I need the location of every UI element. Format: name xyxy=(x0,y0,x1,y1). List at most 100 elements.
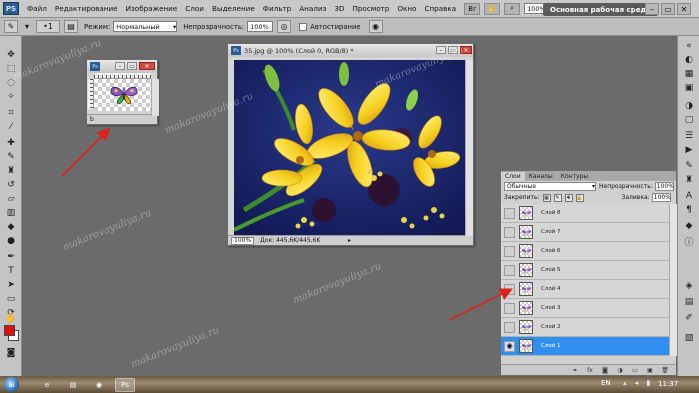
stamp-tool-icon[interactable]: ♜ xyxy=(4,164,18,177)
new-group-icon[interactable]: ▭ xyxy=(630,366,640,374)
pressure-size-icon[interactable]: ◉ xyxy=(368,20,383,33)
crop-tool-icon[interactable]: ⌗ xyxy=(4,106,18,119)
minimize-icon[interactable]: – xyxy=(645,3,659,15)
eraser-tool-icon[interactable]: ▱ xyxy=(4,192,18,205)
taskbar-photoshop-icon[interactable]: Ps xyxy=(115,377,135,392)
styles-panel-icon[interactable]: ▣ xyxy=(683,82,695,93)
document-title-bar[interactable]: Ps – ▭ ✕ xyxy=(87,60,157,73)
dodge-tool-icon[interactable]: ● xyxy=(4,234,18,247)
layer-row[interactable]: Слой 3 xyxy=(501,299,669,318)
minimize-icon[interactable]: – xyxy=(115,62,125,70)
layer-row[interactable]: Слой 2 xyxy=(501,318,669,337)
eyedropper-tool-icon[interactable]: ⁄ xyxy=(4,120,18,133)
layer-comps-icon[interactable]: ▧ xyxy=(683,332,695,343)
masks-panel-icon[interactable]: ▢ xyxy=(683,114,695,125)
channels-panel-icon[interactable]: ▤ xyxy=(683,296,695,307)
menu-analysis[interactable]: Анализ xyxy=(295,4,330,13)
paths-panel-icon[interactable]: ✐ xyxy=(683,312,695,323)
workspace-more-icon[interactable]: » xyxy=(633,4,637,12)
status-zoom-field[interactable]: 100% xyxy=(231,236,255,245)
new-layer-icon[interactable]: ▣ xyxy=(645,366,655,374)
character-panel-icon[interactable]: A xyxy=(683,190,695,201)
clone-source-panel-icon[interactable]: ♜ xyxy=(683,174,695,185)
blur-tool-icon[interactable]: ◆ xyxy=(4,220,18,233)
butterfly-document-window[interactable]: Ps – ▭ ✕ b xyxy=(86,59,159,125)
visibility-eye-icon[interactable] xyxy=(504,245,515,257)
menu-edit[interactable]: Редактирование xyxy=(51,4,122,13)
layer-row[interactable]: Слой 6 xyxy=(501,242,669,261)
swatches-panel-icon[interactable]: ▦ xyxy=(683,68,695,79)
menu-window[interactable]: Окно xyxy=(393,4,420,13)
type-tool-icon[interactable]: T xyxy=(4,264,18,277)
tool-preset-arrow-icon[interactable]: ▾ xyxy=(22,20,32,33)
layers-panel-icon[interactable]: ◈ xyxy=(683,280,695,291)
path-select-tool-icon[interactable]: ➤ xyxy=(4,278,18,291)
gradient-tool-icon[interactable]: ▥ xyxy=(4,206,18,219)
visibility-eye-icon[interactable] xyxy=(504,207,515,219)
status-menu-arrow-icon[interactable]: ▸ xyxy=(348,237,351,244)
layer-row[interactable]: Слой 4 xyxy=(501,280,669,299)
tray-language[interactable]: EN xyxy=(601,379,611,387)
layer-style-icon[interactable]: fx xyxy=(585,366,595,374)
bridge-icon[interactable]: Br xyxy=(464,2,481,15)
menu-image[interactable]: Изображение xyxy=(122,4,182,13)
taskbar-ie-icon[interactable]: e xyxy=(37,378,57,392)
3d-panel-icon[interactable]: ◆ xyxy=(683,220,695,231)
color-panel-icon[interactable]: ◐ xyxy=(683,54,695,65)
healing-tool-icon[interactable]: ✚ xyxy=(4,136,18,149)
layer-row[interactable]: Слой 5 xyxy=(501,261,669,280)
link-layers-icon[interactable]: ⚭ xyxy=(570,366,580,374)
adjustment-layer-icon[interactable]: ◑ xyxy=(615,366,625,374)
tab-channels[interactable]: Каналы xyxy=(525,172,557,181)
taskbar-chrome-icon[interactable]: ◉ xyxy=(89,378,109,392)
quick-select-tool-icon[interactable]: ✧ xyxy=(4,90,18,103)
menu-select[interactable]: Выделение xyxy=(208,4,259,13)
close-icon[interactable]: ✕ xyxy=(139,62,155,70)
layer-opacity-field[interactable]: 100% xyxy=(654,182,674,191)
pen-tool-icon[interactable]: ✒ xyxy=(4,250,18,263)
hand-icon[interactable]: ✋ xyxy=(484,2,501,15)
layer-row[interactable]: Слой 7 xyxy=(501,223,669,242)
menu-3d[interactable]: 3D xyxy=(330,4,348,13)
autoerase-checkbox[interactable] xyxy=(299,22,308,31)
layer-mask-icon[interactable]: ◙ xyxy=(600,366,610,374)
tab-paths[interactable]: Контуры xyxy=(557,172,592,181)
pressure-icon[interactable]: ◎ xyxy=(277,20,292,33)
visibility-eye-icon[interactable] xyxy=(504,321,515,333)
flower-photo[interactable] xyxy=(234,60,465,236)
brushes-panel-icon[interactable]: ✎ xyxy=(683,160,695,171)
main-document-window[interactable]: Ps 35.jpg @ 100% (Слой 0, RGB/8) * – ▭ ✕ xyxy=(227,43,474,246)
quick-mask-icon[interactable]: ◙ xyxy=(4,346,18,359)
document-size-info[interactable]: Док: 445,6K/445,6K xyxy=(260,237,320,244)
maximize-icon[interactable]: ▭ xyxy=(127,62,137,70)
canvas[interactable] xyxy=(94,79,151,111)
workspace-button[interactable]: Основная рабочая среда xyxy=(543,3,658,16)
brush-tool-icon[interactable]: ✎ xyxy=(4,150,18,163)
visibility-eye-icon[interactable] xyxy=(504,264,515,276)
visibility-eye-icon[interactable]: ◉ xyxy=(504,340,515,352)
menu-help[interactable]: Справка xyxy=(420,4,460,13)
menu-file[interactable]: Файл xyxy=(23,4,51,13)
foreground-color-swatch[interactable] xyxy=(4,325,15,336)
menu-filter[interactable]: Фильтр xyxy=(259,4,295,13)
hand-tool-icon[interactable]: ✋ xyxy=(4,312,18,325)
layer-row[interactable]: Слой 8 xyxy=(501,204,669,223)
vertical-scrollbar[interactable] xyxy=(151,79,159,116)
layers-scrollbar[interactable] xyxy=(669,204,677,356)
lock-position-icon[interactable]: ✥ xyxy=(564,193,573,202)
paragraph-panel-icon[interactable]: ¶ xyxy=(683,204,695,215)
lock-transparency-icon[interactable]: ▦ xyxy=(542,193,551,202)
menu-view[interactable]: Просмотр xyxy=(348,4,393,13)
lock-all-icon[interactable]: 🔒 xyxy=(575,193,584,202)
actions-panel-icon[interactable]: ▶ xyxy=(683,144,695,155)
brush-size-icon[interactable]: •1 xyxy=(36,20,60,33)
opacity-field[interactable]: 100% xyxy=(247,21,274,32)
fill-field[interactable]: 100% xyxy=(651,193,671,202)
adjustments-panel-icon[interactable]: ◑ xyxy=(683,100,695,111)
history-brush-tool-icon[interactable]: ↺ xyxy=(4,178,18,191)
delete-layer-icon[interactable]: 🗑 xyxy=(660,366,670,374)
brush-panel-icon[interactable]: ▤ xyxy=(64,20,78,33)
layer-row[interactable]: ◉ Слой 1 xyxy=(501,337,669,356)
move-tool-icon[interactable]: ✥ xyxy=(4,48,18,61)
tray-clock[interactable]: 11:37 xyxy=(658,380,678,388)
